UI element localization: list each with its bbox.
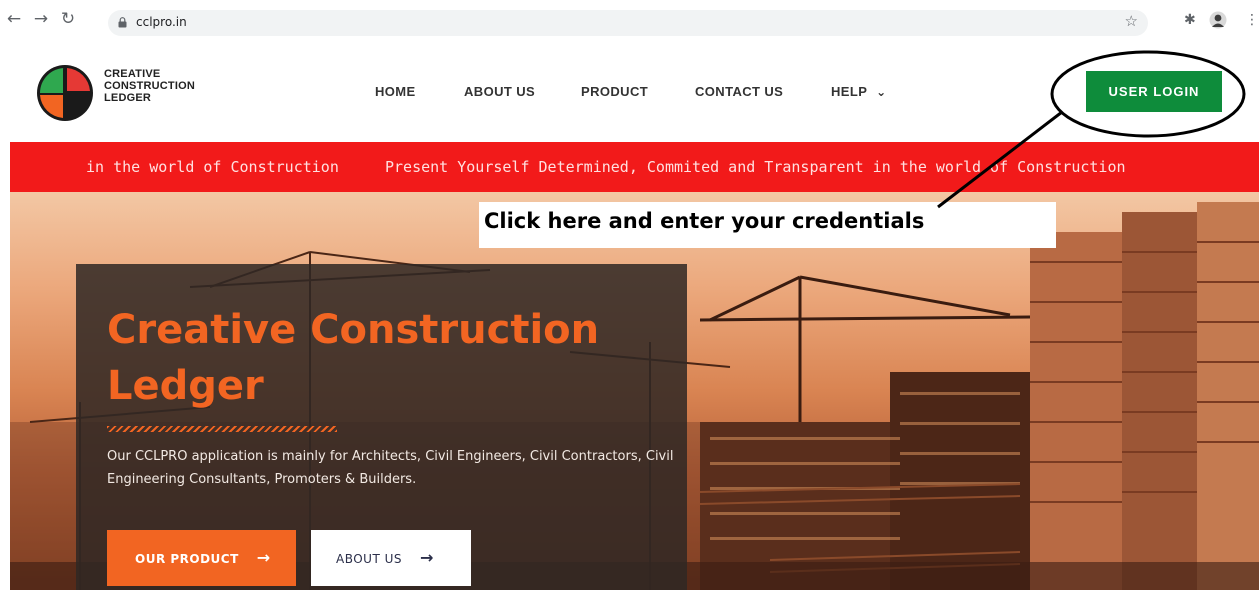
profile-avatar[interactable]	[1209, 11, 1227, 29]
browser-toolbar: ← → ↻ cclpro.in ☆ ✱ ⋮	[0, 0, 1259, 38]
kebab-icon[interactable]: ⋮	[1245, 12, 1259, 28]
annotation-callout: Click here and enter your credentials	[479, 202, 1056, 248]
hero-banner: Creative Construction Ledger Our CCLPRO …	[10, 192, 1259, 590]
back-icon[interactable]: ←	[4, 9, 24, 29]
url-text[interactable]: cclpro.in	[136, 15, 187, 29]
brand-line: CREATIVE	[104, 68, 161, 80]
hero-description: Our CCLPRO application is mainly for Arc…	[107, 449, 674, 487]
our-product-label: OUR PRODUCT	[135, 552, 239, 566]
ticker-text-left: in the world of Construction	[86, 158, 339, 176]
arrow-right-icon: →	[420, 548, 434, 567]
puzzle-icon[interactable]: ✱	[1184, 12, 1196, 28]
forward-icon[interactable]: →	[31, 9, 51, 29]
nav-help-label: HELP	[831, 84, 868, 99]
nav-contact-us[interactable]: CONTACT US	[695, 84, 783, 99]
star-icon[interactable]: ☆	[1125, 12, 1138, 30]
arrow-right-icon: →	[256, 548, 271, 567]
brand-logo[interactable]	[36, 64, 94, 122]
brand-name: CREATIVE CONSTRUCTION LEDGER	[104, 68, 195, 104]
our-product-button[interactable]: OUR PRODUCT →	[107, 530, 296, 586]
hero-divider	[107, 426, 337, 432]
brand-line: CONSTRUCTION	[104, 80, 196, 92]
lock-icon	[118, 17, 127, 28]
about-us-button[interactable]: ABOUT US →	[311, 530, 471, 586]
nav-home[interactable]: HOME	[375, 84, 416, 99]
chevron-down-icon: ⌄	[876, 85, 887, 99]
nav-help[interactable]: HELP ⌄	[831, 84, 887, 99]
site-header: CREATIVE CONSTRUCTION LEDGER HOME ABOUT …	[0, 38, 1259, 142]
ticker-text-main: Present Yourself Determined, Commited an…	[385, 158, 1126, 176]
brand-line: LEDGER	[104, 92, 152, 104]
nav-product[interactable]: PRODUCT	[581, 84, 648, 99]
reload-icon[interactable]: ↻	[58, 9, 78, 29]
address-bar[interactable]: cclpro.in ☆	[108, 10, 1148, 36]
hero-title: Creative Construction Ledger	[107, 307, 600, 409]
nav-about-us[interactable]: ABOUT US	[464, 84, 535, 99]
about-us-label: ABOUT US	[336, 552, 403, 566]
user-login-button[interactable]: USER LOGIN	[1086, 71, 1222, 112]
announcement-ticker: in the world of Construction Present You…	[10, 142, 1259, 192]
